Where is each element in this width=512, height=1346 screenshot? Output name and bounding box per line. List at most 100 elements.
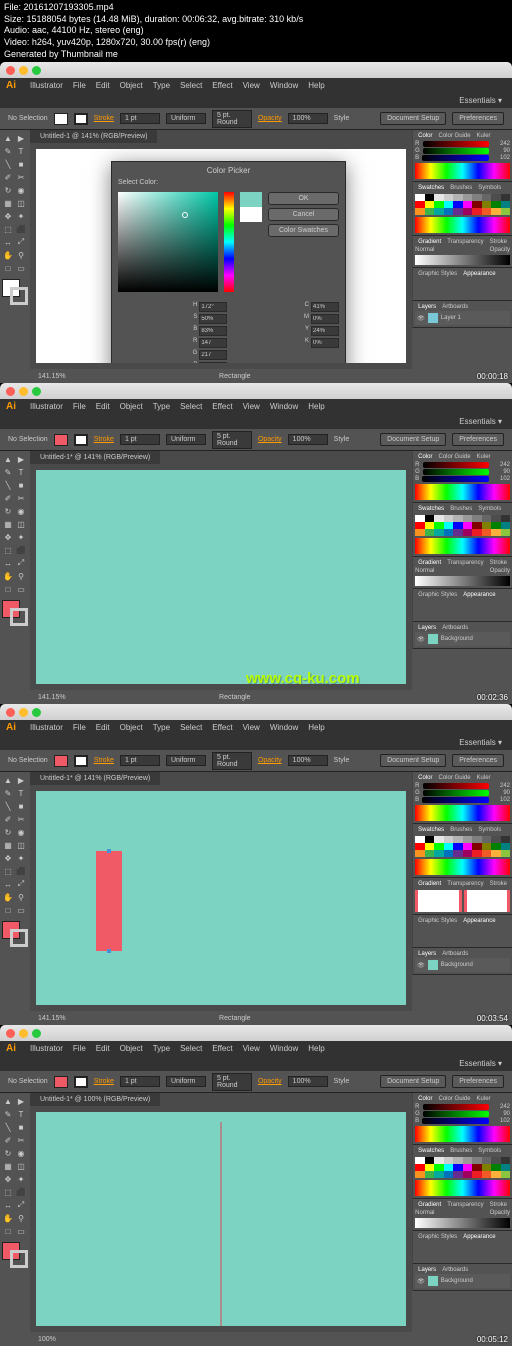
menu-object[interactable]: Object <box>120 402 143 411</box>
tool-icon[interactable]: □ <box>2 904 14 916</box>
swatch[interactable] <box>501 1164 510 1171</box>
layer-row[interactable]: 👁Background <box>415 632 510 646</box>
swatch[interactable] <box>434 1164 443 1171</box>
fill-stroke-control[interactable] <box>2 921 28 947</box>
tool-icon[interactable]: ↻ <box>2 505 14 517</box>
bl-input[interactable] <box>199 362 227 363</box>
r-input[interactable] <box>199 338 227 348</box>
swatch[interactable] <box>491 208 500 215</box>
menu-object[interactable]: Object <box>120 723 143 732</box>
tool-icon[interactable]: ⬚ <box>2 1186 14 1198</box>
tool-icon[interactable]: ▶ <box>15 132 27 144</box>
swatch[interactable] <box>491 529 500 536</box>
swatch[interactable] <box>501 194 510 201</box>
tool-icon[interactable]: ▶ <box>15 453 27 465</box>
swatch-spectrum[interactable] <box>415 217 510 233</box>
swatch[interactable] <box>482 850 491 857</box>
fill-swatch[interactable] <box>54 434 68 446</box>
tool-icon[interactable]: ↔ <box>2 878 14 890</box>
swatch[interactable] <box>425 529 434 536</box>
swatch[interactable] <box>415 201 424 208</box>
tool-icon[interactable]: ✥ <box>2 210 14 222</box>
tool-icon[interactable]: ▦ <box>2 839 14 851</box>
swatch[interactable] <box>444 850 453 857</box>
swatch[interactable] <box>463 836 472 843</box>
tool-icon[interactable]: ✦ <box>15 852 27 864</box>
tool-icon[interactable]: T <box>15 1108 27 1120</box>
opacity-link[interactable]: Opacity <box>258 436 282 443</box>
swatch-spectrum[interactable] <box>415 538 510 554</box>
swatch[interactable] <box>425 836 434 843</box>
menu-file[interactable]: File <box>73 1044 86 1053</box>
preferences-button[interactable]: Preferences <box>452 754 504 767</box>
swatch[interactable] <box>444 1157 453 1164</box>
tool-icon[interactable]: ✋ <box>2 570 14 582</box>
menu-help[interactable]: Help <box>308 402 324 411</box>
tool-icon[interactable]: ✐ <box>2 492 14 504</box>
swatches-button[interactable]: Color Swatches <box>268 224 339 237</box>
b-input[interactable] <box>199 326 227 336</box>
menu-help[interactable]: Help <box>308 723 324 732</box>
menu-select[interactable]: Select <box>180 81 202 90</box>
swatch[interactable] <box>434 529 443 536</box>
stroke-style[interactable]: Uniform <box>166 1076 206 1087</box>
opacity-link[interactable]: Opacity <box>258 115 282 122</box>
tool-icon[interactable]: ↔ <box>2 1199 14 1211</box>
maximize-icon[interactable] <box>32 66 41 75</box>
tool-icon[interactable]: ╲ <box>2 479 14 491</box>
swatch[interactable] <box>415 522 424 529</box>
stroke-weight[interactable]: 1 pt <box>120 434 160 445</box>
swatch[interactable] <box>463 843 472 850</box>
menu-file[interactable]: File <box>73 723 86 732</box>
tool-icon[interactable]: ✂ <box>15 1134 27 1146</box>
brush[interactable]: 5 pt. Round <box>212 752 252 770</box>
tool-icon[interactable]: ✂ <box>15 813 27 825</box>
swatch[interactable] <box>491 522 500 529</box>
tool-icon[interactable]: T <box>15 466 27 478</box>
menu-object[interactable]: Object <box>120 81 143 90</box>
workspace-switcher[interactable]: Essentials ▾ <box>459 417 502 426</box>
layer-row[interactable]: 👁Background <box>415 1274 510 1288</box>
tool-icon[interactable]: ✋ <box>2 891 14 903</box>
swatch[interactable] <box>453 522 462 529</box>
swatch[interactable] <box>501 850 510 857</box>
swatch[interactable] <box>425 1157 434 1164</box>
menu-window[interactable]: Window <box>270 1044 298 1053</box>
minimize-icon[interactable] <box>19 66 28 75</box>
window-titlebar[interactable] <box>0 1025 512 1041</box>
swatch[interactable] <box>434 194 443 201</box>
swatch[interactable] <box>425 843 434 850</box>
tool-icon[interactable]: ⬛ <box>15 544 27 556</box>
stroke-link[interactable]: Stroke <box>94 436 114 443</box>
zoom-level[interactable]: 141.15% <box>38 373 66 380</box>
menu-view[interactable]: View <box>243 81 260 90</box>
stroke-link[interactable]: Stroke <box>94 757 114 764</box>
swatch[interactable] <box>463 522 472 529</box>
stroke-style[interactable]: Uniform <box>166 113 206 124</box>
minimize-icon[interactable] <box>19 1029 28 1038</box>
tool-icon[interactable]: T <box>15 787 27 799</box>
swatch[interactable] <box>425 201 434 208</box>
tool-icon[interactable]: ◫ <box>15 839 27 851</box>
color-spectrum[interactable] <box>415 805 510 821</box>
swatch[interactable] <box>444 1164 453 1171</box>
swatch[interactable] <box>463 194 472 201</box>
swatch[interactable] <box>453 850 462 857</box>
swatch[interactable] <box>482 1157 491 1164</box>
swatch[interactable] <box>463 1171 472 1178</box>
tool-icon[interactable]: ⤢ <box>15 878 27 890</box>
swatch[interactable] <box>491 1164 500 1171</box>
tool-icon[interactable]: ⚲ <box>15 570 27 582</box>
color-spectrum[interactable] <box>415 484 510 500</box>
opacity-field[interactable]: 100% <box>288 755 328 766</box>
swatch[interactable] <box>501 1157 510 1164</box>
layer-row[interactable]: 👁Background <box>415 958 510 972</box>
workspace-switcher[interactable]: Essentials ▾ <box>459 738 502 747</box>
tool-icon[interactable]: ⬛ <box>15 1186 27 1198</box>
y-input[interactable] <box>311 326 339 336</box>
workspace-switcher[interactable]: Essentials ▾ <box>459 1059 502 1068</box>
menu-type[interactable]: Type <box>153 81 170 90</box>
menu-edit[interactable]: Edit <box>96 402 110 411</box>
swatch-spectrum[interactable] <box>415 1180 510 1196</box>
document-tab[interactable]: Untitled-1* @ 141% (RGB/Preview) <box>30 772 160 785</box>
